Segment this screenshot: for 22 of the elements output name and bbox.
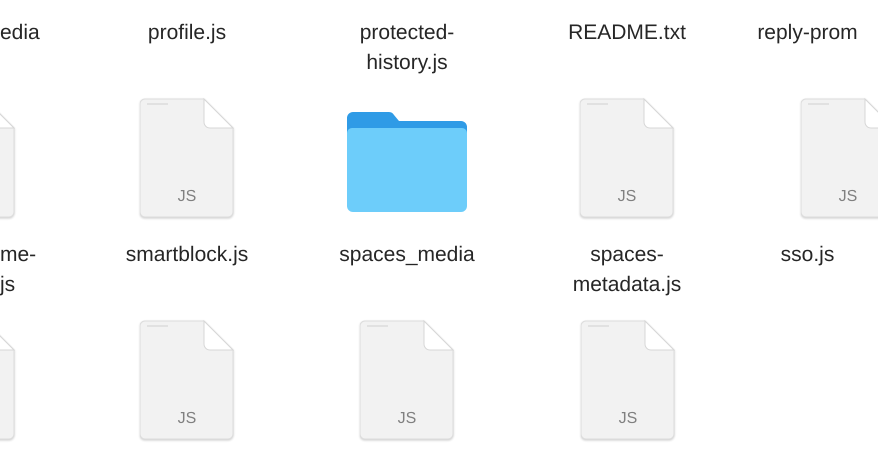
document-icon[interactable]: [360, 320, 454, 440]
file-type-label: JS: [176, 410, 198, 428]
document-icon[interactable]: [580, 98, 674, 218]
file-type-label: JS: [616, 188, 638, 206]
file-name[interactable]: sso.js: [780, 240, 834, 302]
file-name[interactable]: edia: [0, 18, 40, 80]
document-icon[interactable]: [801, 98, 878, 218]
file-name[interactable]: protected- history.js: [360, 18, 454, 80]
file-name[interactable]: profile.js: [148, 18, 226, 80]
document-icon[interactable]: [140, 320, 234, 440]
file-type-label: JS: [838, 188, 858, 206]
file-type-label: JS: [396, 410, 418, 428]
file-name[interactable]: spaces_media: [339, 240, 475, 302]
file-name[interactable]: reply-prom: [757, 18, 858, 80]
folder-icon[interactable]: [347, 110, 467, 212]
file-name[interactable]: smartblock.js: [126, 240, 248, 302]
file-type-label: JS: [618, 410, 638, 428]
document-icon[interactable]: [581, 320, 675, 440]
file-type-label: JS: [176, 188, 198, 206]
file-name[interactable]: spaces- metadata.js: [572, 240, 682, 302]
document-icon[interactable]: [140, 98, 234, 218]
file-name[interactable]: README.txt: [568, 18, 686, 80]
